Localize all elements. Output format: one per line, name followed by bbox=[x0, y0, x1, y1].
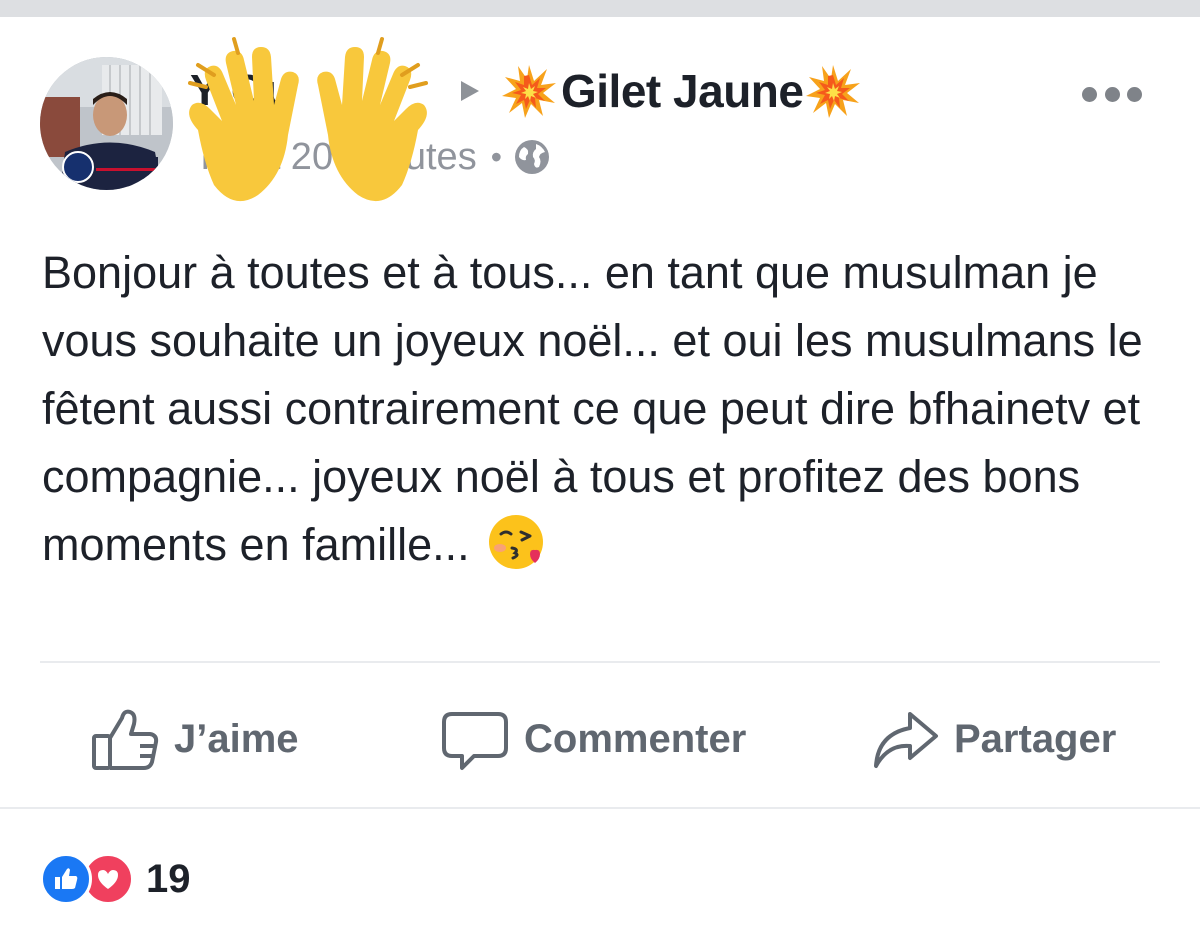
post-timestamp[interactable]: Il y a 20 minutes bbox=[200, 136, 477, 179]
meta-separator: • bbox=[490, 138, 502, 175]
more-options-button[interactable] bbox=[1082, 79, 1142, 109]
divider bbox=[0, 807, 1200, 809]
group-link[interactable]: Gilet Jaune bbox=[501, 63, 861, 119]
comment-button[interactable]: Commenter bbox=[440, 699, 746, 779]
more-dot bbox=[1082, 86, 1097, 102]
post-meta: Il y a 20 minutes • bbox=[200, 136, 552, 179]
post-header-title: Y Ou Gilet Jaune bbox=[190, 61, 861, 121]
share-arrow-icon bbox=[874, 712, 938, 768]
share-label: Partager bbox=[954, 716, 1117, 761]
share-button[interactable]: Partager bbox=[870, 699, 1116, 779]
triangle-right-icon bbox=[449, 71, 489, 111]
post-actions-bar: J’aime Commenter Partager bbox=[0, 689, 1200, 789]
more-dot bbox=[1104, 86, 1120, 102]
group-name: Gilet Jaune bbox=[561, 65, 804, 117]
thumbs-up-icon bbox=[92, 709, 159, 770]
feed-post: Y Ou Gilet Jaune Il y a 20 minutes • Bon… bbox=[0, 17, 1200, 925]
post-body-text: Bonjour à toutes et à tous... en tant qu… bbox=[42, 247, 1143, 570]
comment-label: Commenter bbox=[524, 716, 747, 761]
more-dot bbox=[1127, 86, 1142, 102]
author-name[interactable]: Y Ou bbox=[190, 66, 435, 116]
top-strip bbox=[0, 0, 1200, 17]
globe-icon[interactable] bbox=[512, 137, 552, 177]
divider bbox=[40, 661, 1160, 663]
collision-emoji-icon bbox=[806, 65, 861, 118]
like-label: J’aime bbox=[174, 716, 299, 761]
kissing-face-emoji-icon bbox=[489, 515, 544, 569]
post-body: Bonjour à toutes et à tous... en tant qu… bbox=[42, 239, 1172, 579]
avatar-image bbox=[40, 57, 173, 190]
speech-bubble-icon bbox=[442, 712, 508, 770]
collision-emoji-icon bbox=[502, 65, 556, 118]
like-reaction-icon bbox=[40, 853, 92, 905]
reaction-count: 19 bbox=[146, 856, 191, 901]
author-avatar[interactable] bbox=[40, 57, 173, 190]
reactions-summary[interactable]: 19 bbox=[40, 853, 191, 905]
like-button[interactable]: J’aime bbox=[90, 699, 299, 779]
